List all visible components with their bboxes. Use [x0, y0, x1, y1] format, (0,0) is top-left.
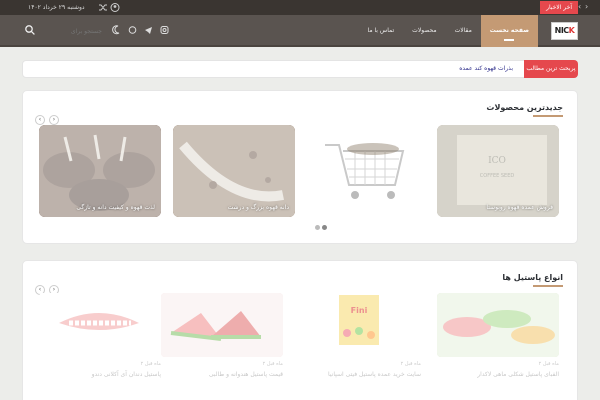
- post-date: ۲ ماه قبل: [400, 361, 421, 367]
- ticker-label: پربحث ترین مطالب: [524, 60, 578, 78]
- chevron-right-icon[interactable]: ›: [49, 115, 59, 125]
- whatsapp-icon[interactable]: [128, 24, 137, 36]
- main-header: NICK صفحه نخست مقالات محصولات تماس با ما: [0, 15, 600, 47]
- random-icon[interactable]: [98, 2, 108, 13]
- post-title[interactable]: الفبای پاستیل شکلی ماهی لاکدار: [437, 371, 559, 378]
- section-title: جدیدترین محصولات: [486, 103, 563, 117]
- top-bar: آخر الاخبار › ‹ دوشنبه ۲۹ خرداد ۱۴۰۲: [0, 0, 600, 15]
- post-date: ۲ ماه قبل: [538, 361, 559, 367]
- pastil-card[interactable]: [39, 293, 161, 357]
- post-date: ۲ ماه قبل: [262, 361, 283, 367]
- product-card[interactable]: [299, 125, 421, 217]
- pastil-card[interactable]: [161, 293, 283, 357]
- chevron-left-icon[interactable]: ‹: [578, 2, 586, 12]
- chevron-right-icon[interactable]: ›: [585, 2, 593, 12]
- section-title: انواع پاستیل ها: [502, 273, 563, 287]
- latest-products-section: جدیدترین محصولات › ‹ ICO COFFEE SEED فرو…: [22, 90, 578, 244]
- social-icons: [112, 24, 169, 36]
- post-title[interactable]: پاستیل دندان آی آکلانی دندو: [39, 371, 161, 378]
- site-logo[interactable]: NICK: [551, 22, 578, 40]
- card-caption: فروش عمده قهوه روبوستا: [486, 204, 553, 211]
- slider-dot[interactable]: [315, 225, 320, 230]
- telegram-icon[interactable]: [144, 24, 153, 36]
- moon-icon[interactable]: [112, 24, 121, 36]
- nav-item-products[interactable]: محصولات: [403, 15, 445, 47]
- shopping-cart-image: [299, 125, 421, 217]
- news-ticker: پربحث ترین مطالب بذرات قهوه کند عمده: [22, 60, 578, 78]
- slider-dots: [315, 225, 329, 231]
- product-card[interactable]: لذت قهوه و کیفیت دانه و تازگی: [39, 125, 161, 217]
- card-caption: دانه قهوه بزرگ و درشت: [227, 204, 289, 211]
- card-overlay: [437, 293, 559, 357]
- post-title[interactable]: سایت خرید عمده پاستیل فیتی اسپانیا: [299, 371, 421, 378]
- post-title[interactable]: قیمت پاستیل هندوانه و طالبی: [161, 371, 283, 378]
- pastil-card[interactable]: [437, 293, 559, 357]
- card-overlay: [39, 293, 161, 357]
- product-card[interactable]: دانه قهوه بزرگ و درشت: [173, 125, 295, 217]
- pastil-section: انواع پاستیل ها › ‹ ۲ ماه قبل الفبای پاس…: [22, 260, 578, 400]
- nav-item-contact[interactable]: تماس با ما: [359, 15, 404, 47]
- chevron-left-icon[interactable]: ‹: [35, 115, 45, 125]
- search-input[interactable]: [42, 24, 102, 38]
- slider-dot-active[interactable]: [322, 225, 327, 230]
- current-date: دوشنبه ۲۹ خرداد ۱۴۰۲: [28, 4, 85, 11]
- instagram-icon[interactable]: [160, 24, 169, 36]
- card-overlay: [161, 293, 283, 357]
- pastil-card[interactable]: Fini: [299, 293, 421, 357]
- ticker-text[interactable]: بذرات قهوه کند عمده: [459, 61, 513, 77]
- card-overlay: [299, 293, 421, 357]
- main-nav: صفحه نخست مقالات محصولات تماس با ما: [359, 15, 538, 47]
- user-icon[interactable]: [110, 2, 120, 13]
- search-icon[interactable]: [24, 24, 36, 36]
- nav-item-home[interactable]: صفحه نخست: [480, 15, 538, 47]
- nav-item-articles[interactable]: مقالات: [446, 15, 481, 47]
- breaking-news-label[interactable]: آخر الاخبار: [540, 1, 578, 14]
- card-caption: لذت قهوه و کیفیت دانه و تازگی: [76, 204, 155, 211]
- post-date: ۲ ماه قبل: [140, 361, 161, 367]
- product-card[interactable]: ICO COFFEE SEED فروش عمده قهوه روبوستا: [437, 125, 559, 217]
